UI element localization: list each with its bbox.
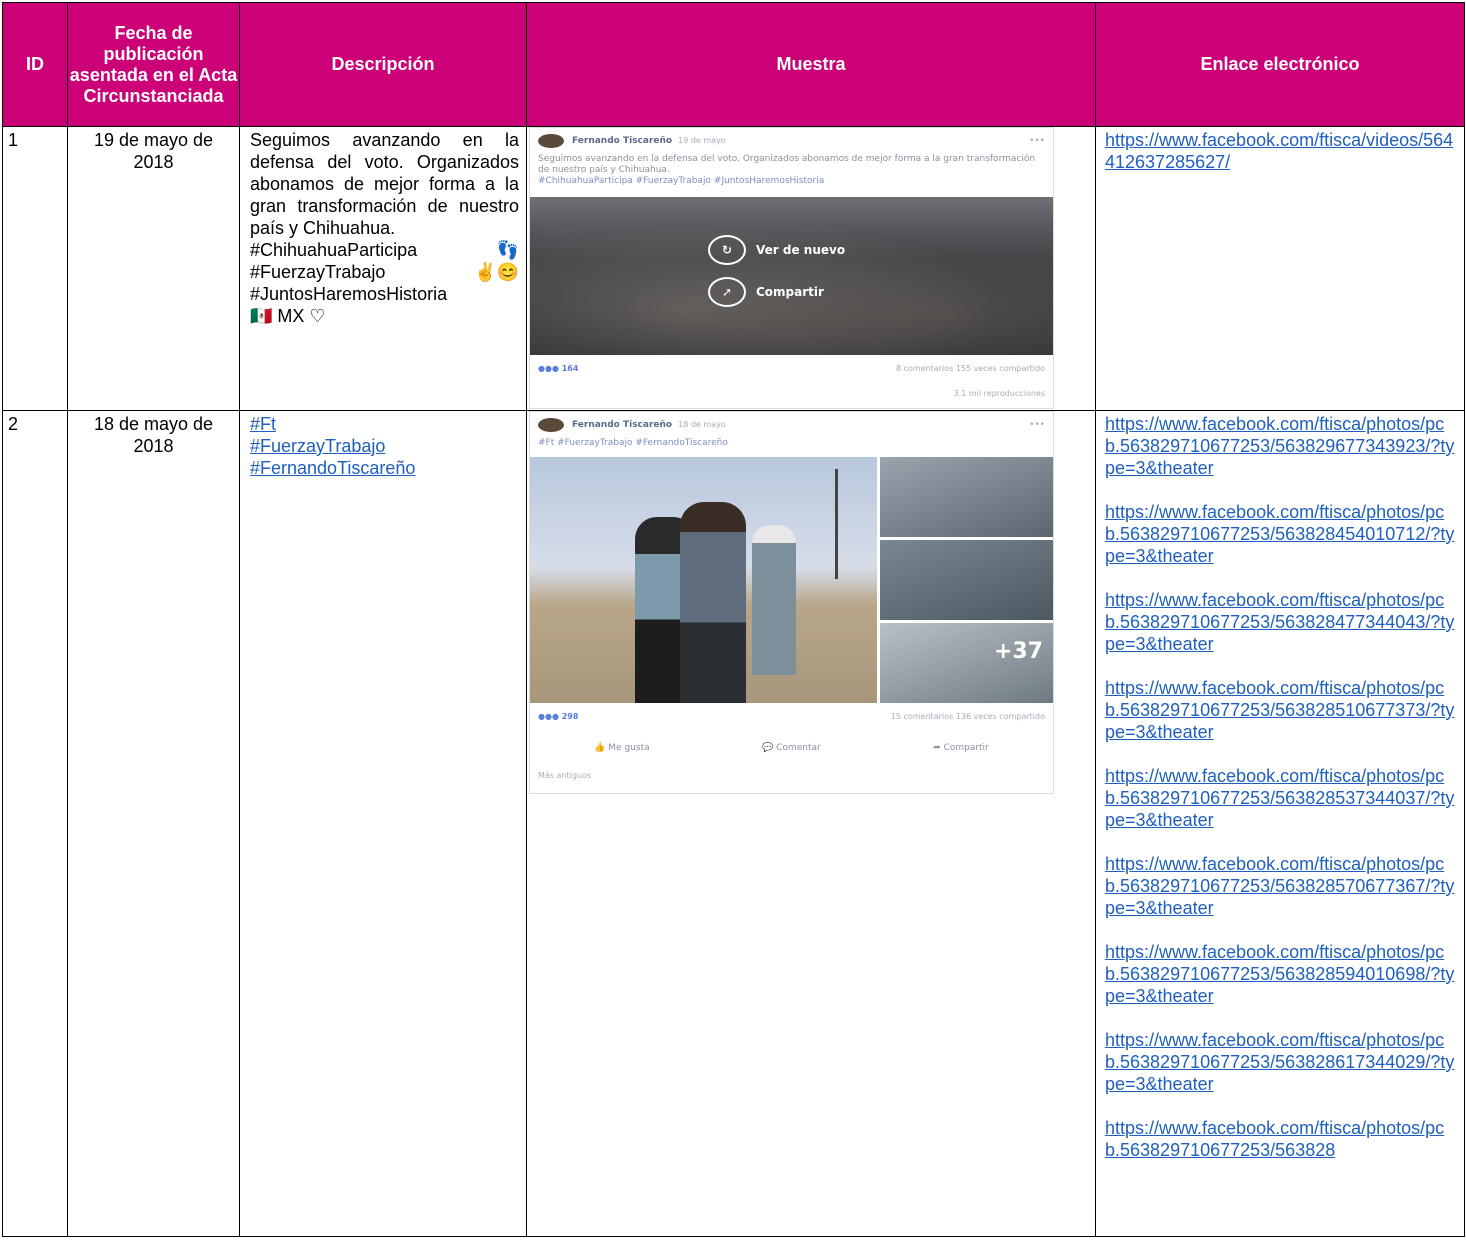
avatar: [538, 418, 564, 432]
side-photo: +37: [879, 623, 1053, 703]
hashtag: #JuntosHaremosHistoria: [250, 284, 448, 304]
row-links: https://www.facebook.com/ftisca/videos/5…: [1095, 126, 1465, 411]
share-action: ➦ Compartir: [933, 743, 989, 753]
post-text: Seguimos avanzando en la defensa del vot…: [538, 154, 1036, 175]
evidence-link[interactable]: https://www.facebook.com/ftisca/photos/p…: [1105, 501, 1458, 567]
evidence-link[interactable]: https://www.facebook.com/ftisca/photos/p…: [1105, 1029, 1458, 1095]
header-descripcion: Descripción: [239, 2, 527, 127]
row-description: Seguimos avanzando en la defensa del vot…: [239, 126, 527, 411]
post-date: 18 de mayo: [678, 420, 726, 429]
evidence-link[interactable]: https://www.facebook.com/ftisca/videos/5…: [1105, 130, 1453, 172]
side-photo: [879, 540, 1053, 620]
description-text: Seguimos avanzando en la defensa del vot…: [250, 130, 519, 238]
row-sample: Fernando Tiscareño 18 de mayo ••• #Ft #F…: [526, 410, 1096, 1237]
footprints-emoji: 👣: [496, 240, 519, 260]
side-photo: [879, 457, 1053, 537]
more-photos-count: +37: [993, 639, 1043, 664]
comment-action: 💬 Comentar: [762, 743, 821, 753]
post-stats: 8 comentarios 155 veces compartido: [895, 364, 1045, 373]
photo-collage: +37: [530, 457, 1053, 703]
row-date: 18 de mayo de 2018: [67, 410, 240, 1237]
avatar: [538, 134, 564, 148]
reaction-count: ●●● 298: [538, 712, 579, 721]
victory-emoji: ✌😊: [474, 262, 519, 282]
more-options-icon: •••: [1029, 136, 1045, 146]
older-comments: Más antiguos: [538, 771, 592, 780]
main-photo: [530, 457, 877, 703]
hashtag: #ChihuahuaParticipa: [250, 240, 418, 260]
table-row: 2 18 de mayo de 2018 #Ft #FuerzayTrabajo…: [2, 410, 1465, 1237]
evidence-link[interactable]: https://www.facebook.com/ftisca/photos/p…: [1105, 853, 1458, 919]
video-thumbnail: ↻ Ver de nuevo ➚ Compartir: [530, 197, 1053, 355]
evidence-link[interactable]: https://www.facebook.com/ftisca/photos/p…: [1105, 941, 1458, 1007]
evidence-link[interactable]: https://www.facebook.com/ftisca/photos/p…: [1105, 1117, 1458, 1161]
hashtag: #FuerzayTrabajo: [250, 262, 386, 282]
replay-button: ↻ Ver de nuevo: [708, 235, 845, 265]
more-options-icon: •••: [1029, 420, 1045, 430]
hashtag-link[interactable]: #FuerzayTrabajo: [250, 435, 519, 457]
post-date: 19 de mayo: [678, 136, 726, 145]
facebook-post-screenshot: Fernando Tiscareño 18 de mayo ••• #Ft #F…: [529, 411, 1054, 794]
table-row: 1 19 de mayo de 2018 Seguimos avanzando …: [2, 126, 1465, 411]
replay-icon: ↻: [708, 235, 746, 265]
row-date: 19 de mayo de 2018: [67, 126, 240, 411]
row-links: https://www.facebook.com/ftisca/photos/p…: [1095, 410, 1465, 1237]
row-description: #Ft #FuerzayTrabajo #FernandoTiscareño: [239, 410, 527, 1237]
row-sample: Fernando Tiscareño 19 de mayo ••• Seguim…: [526, 126, 1096, 411]
share-arrow-icon: ➚: [708, 277, 746, 307]
share-video-button: ➚ Compartir: [708, 277, 824, 307]
post-author: Fernando Tiscareño: [572, 420, 673, 430]
evidence-link[interactable]: https://www.facebook.com/ftisca/photos/p…: [1105, 589, 1458, 655]
reaction-count: ●●● 164: [538, 364, 579, 373]
post-tags: #Ft #FuerzayTrabajo #FernandoTiscareño: [538, 438, 728, 448]
evidence-link[interactable]: https://www.facebook.com/ftisca/photos/p…: [1105, 677, 1458, 743]
hashtag-link[interactable]: #Ft: [250, 413, 519, 435]
post-author: Fernando Tiscareño: [572, 136, 673, 146]
header-row: ID Fecha de publicación asentada en el A…: [2, 2, 1465, 127]
post-views: 3.1 mil reproducciones: [953, 389, 1045, 398]
header-fecha: Fecha de publicación asentada en el Acta…: [67, 2, 240, 127]
post-stats: 15 comentarios 136 veces compartido: [890, 712, 1045, 721]
evidence-link[interactable]: https://www.facebook.com/ftisca/photos/p…: [1105, 765, 1458, 831]
header-enlace: Enlace electrónico: [1095, 2, 1465, 127]
evidence-table: ID Fecha de publicación asentada en el A…: [2, 2, 1465, 1237]
facebook-post-screenshot: Fernando Tiscareño 19 de mayo ••• Seguim…: [529, 127, 1054, 409]
header-muestra: Muestra: [526, 2, 1096, 127]
evidence-link[interactable]: https://www.facebook.com/ftisca/photos/p…: [1105, 413, 1458, 479]
row-id: 1: [2, 126, 68, 411]
flag-heart-emoji: 🇲🇽 MX ♡: [250, 306, 326, 326]
row-id: 2: [2, 410, 68, 1237]
like-action: 👍 Me gusta: [594, 743, 650, 753]
hashtag-link[interactable]: #FernandoTiscareño: [250, 457, 519, 479]
post-tags: #ChihuahuaParticipa #FuerzayTrabajo #Jun…: [538, 176, 825, 186]
header-id: ID: [2, 2, 68, 127]
